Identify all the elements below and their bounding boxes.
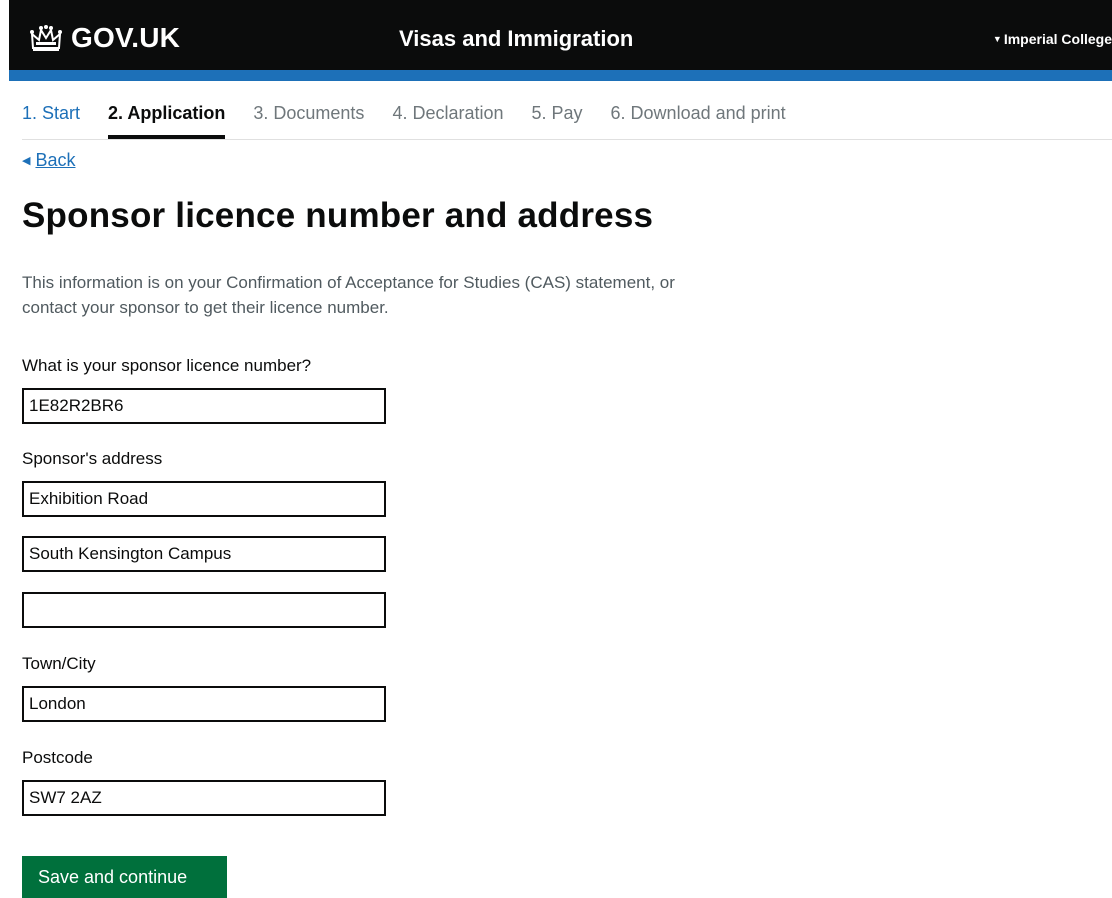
govuk-logo[interactable]: GOV.UK [29,22,180,54]
triangle-left-icon: ◀ [22,155,31,167]
caret-down-icon: ▼ [992,34,1002,44]
licence-number-label: What is your sponsor licence number? [22,356,312,375]
service-name[interactable]: Visas and Immigration [399,26,633,52]
address-line-1-input[interactable] [22,481,386,517]
postcode-label: Postcode [22,748,93,767]
postcode-input[interactable] [22,780,386,816]
page-title: Sponsor licence number and address [22,196,654,235]
town-city-input[interactable] [22,686,386,722]
step-pay: 5. Pay [531,103,583,123]
header-blue-strip [9,70,1112,81]
step-start[interactable]: 1. Start [22,103,80,139]
licence-number-input[interactable] [22,388,386,424]
page-hint: This information is on your Confirmation… [22,273,675,317]
save-and-continue-button[interactable]: Save and continue [22,856,227,898]
address-line-2-input[interactable] [22,536,386,572]
step-application: 2. Application [108,103,226,139]
sponsor-address-label: Sponsor's address [22,449,163,468]
address-line-3-input[interactable] [22,592,386,628]
step-declaration: 4. Declaration [392,103,504,123]
back-link[interactable]: ◀ Back [22,150,76,171]
account-menu[interactable]: ▼ Imperial College [993,31,1112,47]
town-city-label: Town/City [22,654,96,673]
progress-steps: 1. Start 2. Application 3. Documents 4. … [22,103,1112,140]
back-link-label: Back [35,150,76,170]
header-bar: GOV.UK Visas and Immigration ▼ Imperial C… [9,0,1112,70]
account-label: Imperial College [1003,31,1112,47]
step-download-print: 6. Download and print [610,103,786,123]
logo-text: GOV.UK [71,22,181,53]
step-documents: 3. Documents [253,103,365,123]
crown-icon [30,25,62,51]
